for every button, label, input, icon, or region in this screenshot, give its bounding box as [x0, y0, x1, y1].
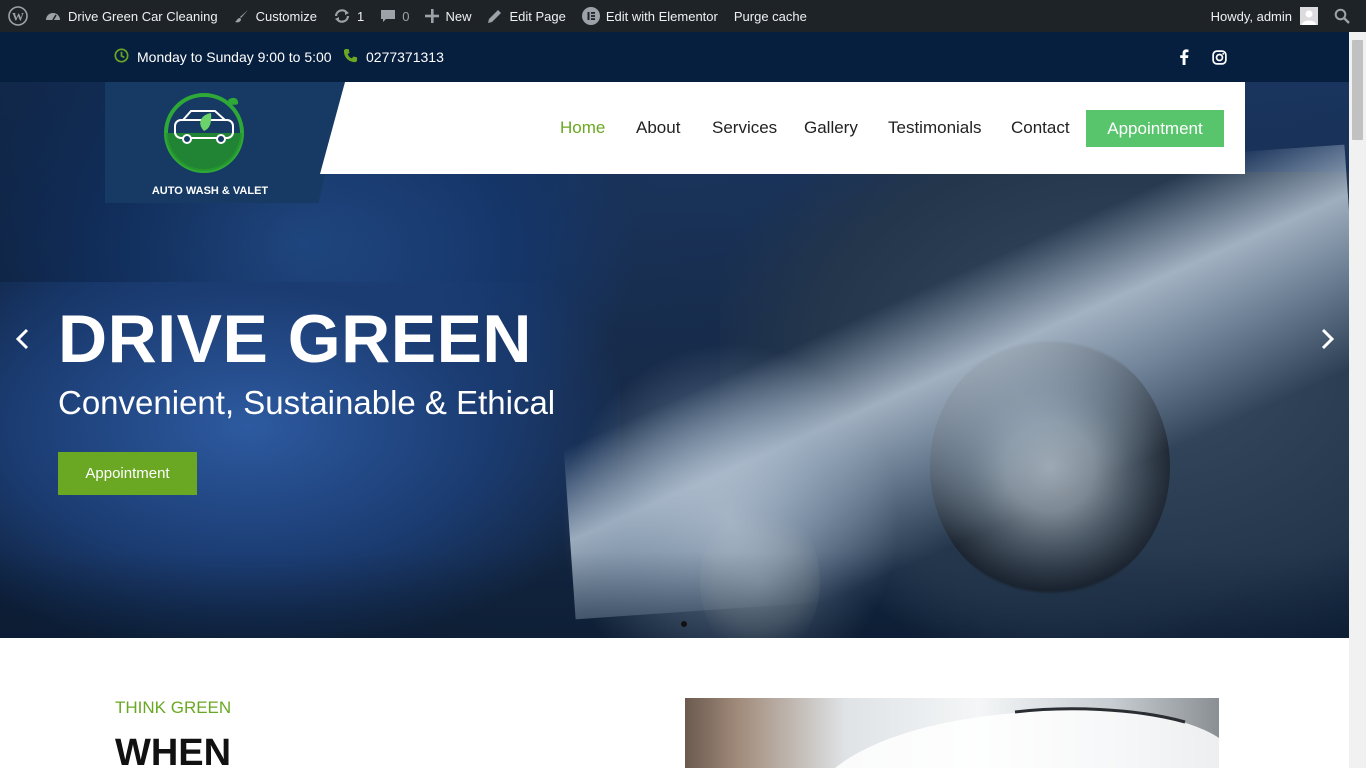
comment-icon: [380, 8, 396, 24]
chevron-right-icon[interactable]: [1318, 328, 1336, 355]
elementor-icon: [581, 7, 600, 25]
phone-info[interactable]: 0277371313: [343, 32, 444, 82]
avatar: [1300, 7, 1318, 25]
comments-count: 0: [402, 8, 410, 24]
nav-testimonials[interactable]: Testimonials: [888, 118, 982, 138]
updates-count: 1: [357, 8, 365, 24]
admin-bar-right: Howdy, admin: [1203, 0, 1366, 32]
brush-icon: [234, 8, 250, 24]
edit-elementor-link[interactable]: Edit with Elementor: [574, 0, 726, 32]
scrollbar[interactable]: [1349, 32, 1366, 768]
customize-label: Customize: [255, 8, 317, 24]
admin-bar: W Drive Green Car Cleaning Customize 1 0…: [0, 0, 1366, 32]
edit-elementor-label: Edit with Elementor: [605, 8, 718, 24]
purge-cache-label: Purge cache: [733, 8, 807, 24]
new-content-link[interactable]: New: [417, 0, 479, 32]
nav-contact[interactable]: Contact: [1011, 118, 1070, 138]
wordpress-logo-icon[interactable]: W: [0, 0, 36, 32]
nav-home[interactable]: Home: [560, 118, 605, 138]
account-menu[interactable]: Howdy, admin: [1203, 0, 1326, 32]
hero-appointment-button[interactable]: Appointment: [58, 452, 197, 495]
dashboard-icon: [44, 8, 62, 24]
chevron-left-icon[interactable]: [14, 328, 32, 355]
logo[interactable]: AUTO WASH & VALET: [105, 82, 345, 203]
hours-text: Monday to Sunday 9:00 to 5:00: [137, 49, 332, 65]
top-info-bar: Monday to Sunday 9:00 to 5:00 0277371313: [0, 32, 1349, 82]
main-nav: Home About Services Gallery Testimonials…: [320, 82, 1245, 174]
search-icon[interactable]: [1326, 0, 1366, 32]
instagram-icon[interactable]: [1212, 32, 1235, 82]
nav-gallery[interactable]: Gallery: [804, 118, 858, 138]
section-image: [685, 698, 1219, 768]
scrollbar-thumb[interactable]: [1352, 40, 1363, 140]
facebook-icon[interactable]: [1178, 32, 1198, 82]
comments-link[interactable]: 0: [372, 0, 417, 32]
section-kicker: THINK GREEN: [115, 698, 232, 717]
clock-icon: [114, 48, 137, 66]
howdy-text: Howdy, admin: [1210, 8, 1292, 24]
plus-icon: [425, 9, 440, 23]
phone-icon: [343, 48, 366, 66]
hero-subtitle: Convenient, Sustainable & Ethical: [58, 384, 556, 421]
new-label: New: [445, 8, 472, 24]
site-name: Drive Green Car Cleaning: [68, 8, 218, 24]
section-heading: WHEN: [115, 732, 232, 774]
purge-cache-link[interactable]: Purge cache: [726, 0, 815, 32]
pencil-icon: [487, 8, 503, 24]
edit-page-link[interactable]: Edit Page: [479, 0, 573, 32]
nav-about[interactable]: About: [636, 118, 680, 138]
logo-text: AUTO WASH & VALET: [152, 185, 269, 197]
hero-title: DRIVE GREEN: [58, 301, 533, 377]
hours-info: Monday to Sunday 9:00 to 5:00: [114, 32, 332, 82]
slider-dot[interactable]: [681, 621, 687, 627]
updates-link[interactable]: 1: [325, 0, 372, 32]
ground-shadow: [0, 552, 1349, 638]
site-name-link[interactable]: Drive Green Car Cleaning: [36, 0, 226, 32]
edit-page-label: Edit Page: [509, 8, 566, 24]
nav-services[interactable]: Services: [712, 118, 777, 138]
customize-link[interactable]: Customize: [226, 0, 325, 32]
updates-icon: [333, 8, 351, 24]
phone-text: 0277371313: [366, 49, 444, 65]
svg-text:W: W: [12, 10, 24, 24]
nav-appointment-button[interactable]: Appointment: [1086, 110, 1224, 147]
